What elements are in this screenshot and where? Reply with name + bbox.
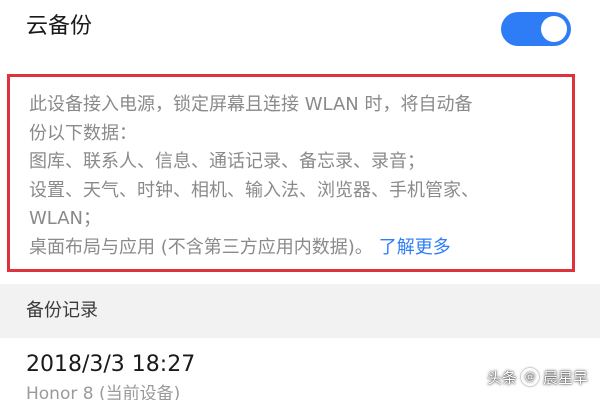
backup-record-device: Honor 8 (当前设备) <box>26 384 181 400</box>
backup-record-time: 2018/3/3 18:27 <box>26 352 196 377</box>
description-line: 设置、天气、时钟、相机、输入法、浏览器、手机管家、 <box>29 179 479 201</box>
backup-description: 此设备接入电源，锁定屏幕且连接 WLAN 时，将自动备 份以下数据： 图库、联系… <box>29 91 577 263</box>
cloud-backup-toggle[interactable] <box>501 12 571 46</box>
backup-records-title: 备份记录 <box>26 300 98 321</box>
cloud-backup-label: 云备份 <box>26 14 93 39</box>
watermark-source: 头条 <box>486 368 517 387</box>
learn-more-link[interactable]: 了解更多 <box>379 237 451 258</box>
description-line: WLAN； <box>29 208 102 230</box>
toggle-knob <box>541 16 567 42</box>
description-line: 此设备接入电源，锁定屏幕且连接 WLAN 时，将自动备 <box>29 94 473 115</box>
watermark: 头条 @ 晨星早 <box>487 364 588 390</box>
description-line: 图库、联系人、信息、通话记录、备忘录、录音； <box>29 151 425 173</box>
at-icon: @ <box>520 368 539 386</box>
backup-records-header: 备份记录 <box>0 284 600 338</box>
cloud-backup-row[interactable]: 云备份 <box>0 0 600 62</box>
backup-description-box: 此设备接入电源，锁定屏幕且连接 WLAN 时，将自动备 份以下数据： 图库、联系… <box>7 74 575 272</box>
description-line: 桌面布局与应用 (不含第三方应用内数据)。 <box>29 236 373 258</box>
watermark-author: 晨星早 <box>542 368 588 387</box>
description-line: 份以下数据： <box>29 122 137 144</box>
description-last-line: 桌面布局与应用 (不含第三方应用内数据)。 了解更多 <box>29 234 577 263</box>
